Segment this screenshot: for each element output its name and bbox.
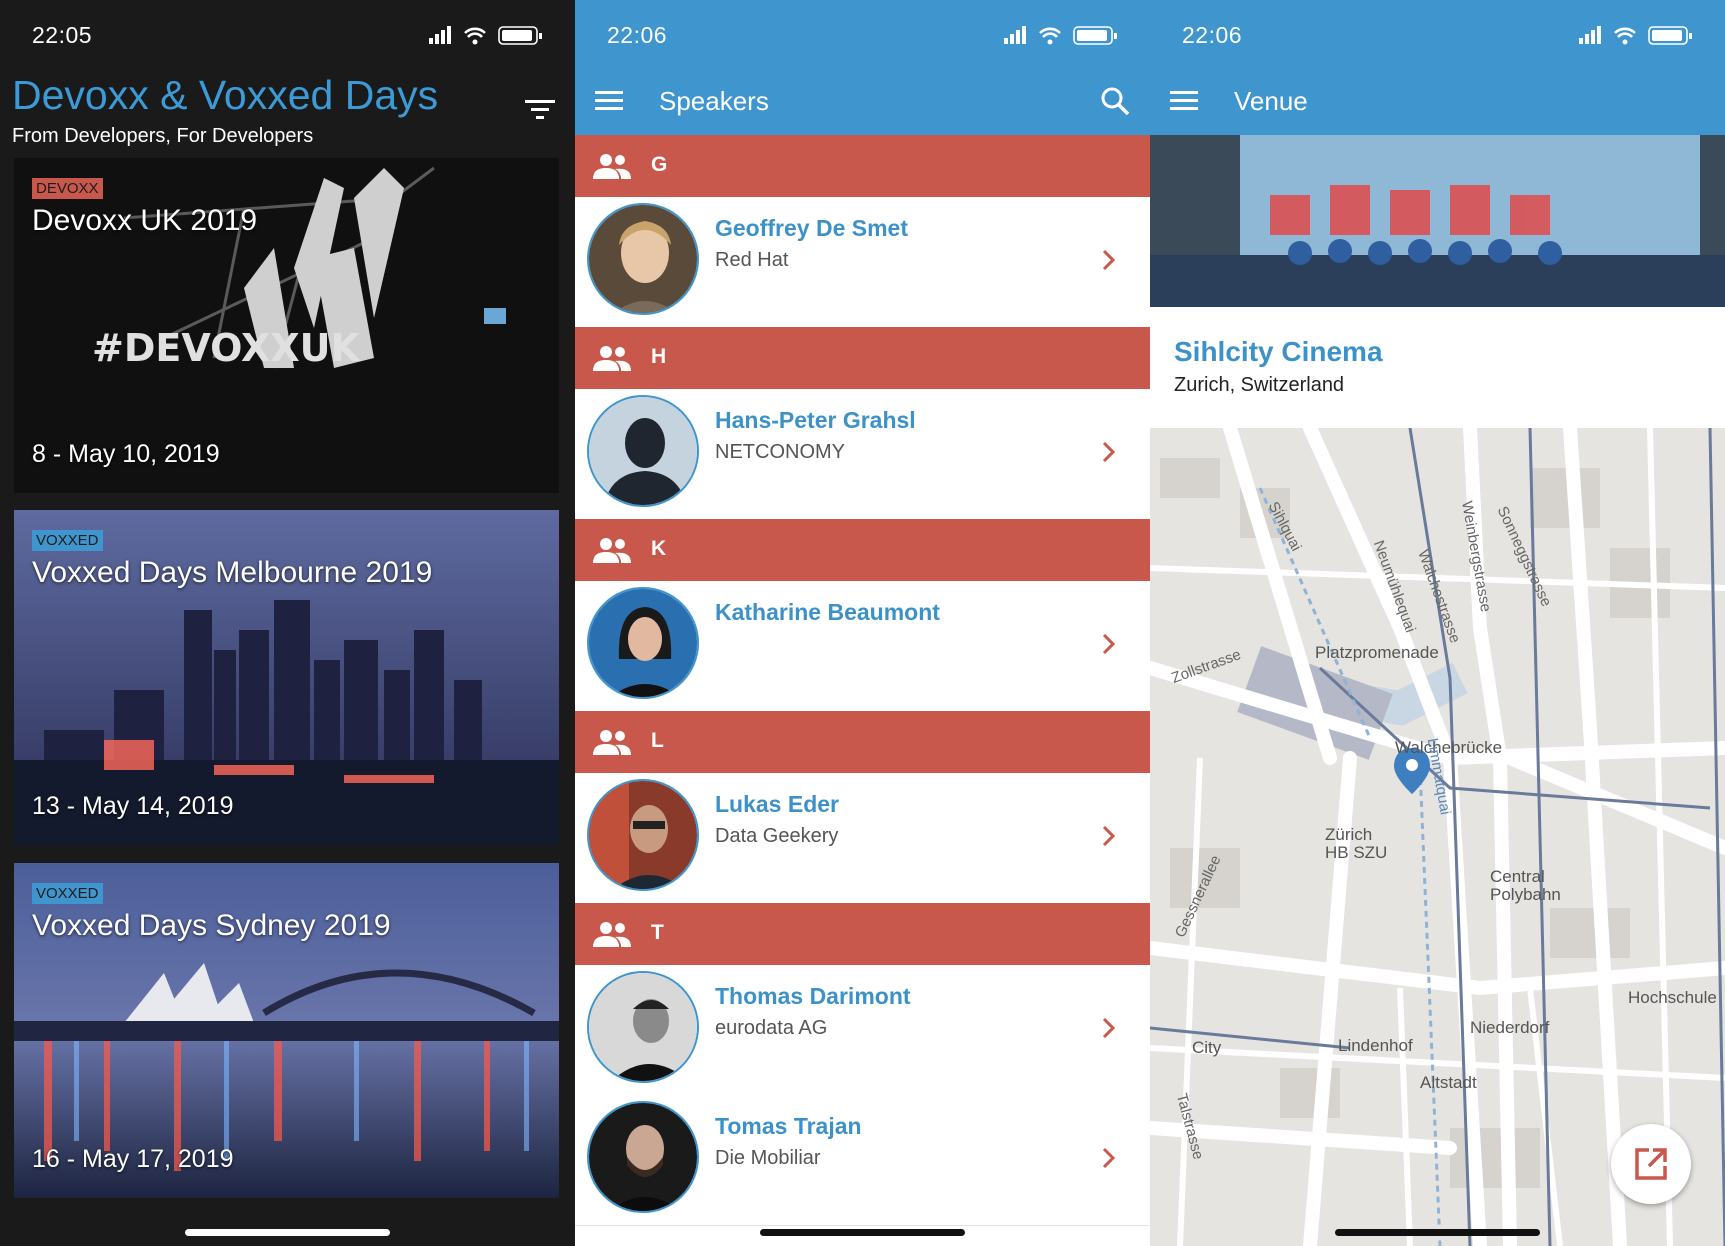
speaker-row[interactable]: Tomas Trajan Die Mobiliar	[575, 1095, 1150, 1226]
event-date: 8 - May 10, 2019	[32, 440, 220, 468]
event-date: 13 - May 14, 2019	[32, 792, 234, 820]
group-icon	[593, 922, 631, 947]
status-icons	[1004, 26, 1117, 45]
section-letter: L	[651, 729, 664, 752]
event-title: Devoxx UK 2019	[32, 204, 258, 237]
section-header-l: L	[575, 711, 1150, 773]
section-letter: G	[651, 153, 668, 176]
status-time: 22:06	[607, 22, 668, 48]
open-external-button[interactable]	[1611, 1124, 1691, 1204]
avatar	[587, 203, 699, 315]
group-icon	[593, 730, 631, 755]
map-label: City	[1192, 1038, 1222, 1057]
avatar	[587, 587, 699, 699]
status-icons	[1579, 26, 1692, 45]
event-tag: VOXXED	[32, 883, 103, 904]
speaker-name: Tomas Trajan	[715, 1113, 862, 1139]
events-screen: 22:05 Devoxx & Voxxed Days From Develope…	[0, 0, 575, 1246]
map-streets	[1150, 428, 1725, 1246]
speaker-row[interactable]: Hans-Peter Grahsl NETCONOMY	[575, 389, 1150, 520]
event-tag: DEVOXX	[32, 178, 103, 199]
status-time: 22:05	[32, 22, 93, 48]
section-letter: K	[651, 537, 667, 560]
map-label: Lindenhof	[1338, 1036, 1413, 1055]
event-tag: VOXXED	[32, 530, 103, 551]
app-bar: 22:06 Venue	[1150, 0, 1725, 135]
menu-icon[interactable]	[595, 90, 623, 112]
home-indicator[interactable]	[760, 1229, 965, 1236]
map-label: Altstadt	[1420, 1073, 1477, 1092]
event-title: Voxxed Days Sydney 2019	[32, 909, 391, 942]
speaker-name: Lukas Eder	[715, 791, 839, 817]
app-title: Devoxx & Voxxed Days	[12, 72, 439, 118]
speaker-name: Katharine Beaumont	[715, 599, 940, 625]
speaker-name: Hans-Peter Grahsl	[715, 407, 916, 433]
status-time: 22:06	[1182, 22, 1243, 48]
sign-text: #DEVOXXUK	[92, 326, 361, 370]
speaker-company: Data Geekery	[715, 825, 839, 847]
status-bar: 22:05	[0, 0, 575, 70]
chevron-right-icon	[1102, 825, 1116, 847]
section-header-t: T	[575, 903, 1150, 965]
speaker-company: eurodata AG	[715, 1017, 828, 1039]
menu-icon[interactable]	[1170, 90, 1198, 112]
avatar	[587, 779, 699, 891]
chevron-right-icon	[1102, 441, 1116, 463]
map-label: Walchebrücke	[1395, 738, 1503, 757]
map-label: Central Polybahn	[1490, 867, 1561, 904]
filter-icon[interactable]	[525, 98, 555, 122]
avatar	[587, 395, 699, 507]
speaker-row[interactable]: Thomas Darimont eurodata AG	[575, 965, 1150, 1096]
speakers-screen: 22:06 Speakers G Geoffrey De Smet Red Ha…	[575, 0, 1150, 1246]
event-date: 16 - May 17, 2019	[32, 1145, 234, 1173]
map-label: Hochschule	[1628, 988, 1717, 1007]
event-card-voxxed-sydney[interactable]: VOXXED Voxxed Days Sydney 2019 16 - May …	[14, 863, 559, 1198]
search-icon[interactable]	[1100, 86, 1130, 116]
map-label: Zürich HB SZU	[1325, 825, 1388, 862]
event-card-devoxx-uk[interactable]: #DEVOXXUK DEVOXX Devoxx UK 2019 8 - May …	[14, 158, 559, 493]
speaker-name: Thomas Darimont	[715, 983, 911, 1009]
app-subtitle: From Developers, For Developers	[12, 125, 314, 147]
event-title: Voxxed Days Melbourne 2019	[32, 556, 433, 589]
venue-name: Sihlcity Cinema	[1174, 336, 1383, 367]
map-label: Platzpromenade	[1315, 643, 1439, 662]
speaker-company: Die Mobiliar	[715, 1147, 821, 1169]
speaker-row[interactable]: Katharine Beaumont	[575, 581, 1150, 712]
venue-photo	[1150, 135, 1725, 307]
status-bar: 22:06	[575, 0, 1150, 70]
venue-screen: 22:06 Venue Sihlcity Cinema Zurich, Swit…	[1150, 0, 1725, 1246]
speaker-company: Red Hat	[715, 249, 789, 271]
section-letter: T	[651, 921, 664, 944]
venue-address: Zurich, Switzerland	[1174, 374, 1345, 396]
section-header-g: G	[575, 135, 1150, 197]
chevron-right-icon	[1102, 633, 1116, 655]
speaker-row[interactable]: Geoffrey De Smet Red Hat	[575, 197, 1150, 328]
status-bar: 22:06	[1150, 0, 1725, 70]
section-header-h: H	[575, 327, 1150, 389]
section-letter: H	[651, 345, 667, 368]
group-icon	[593, 538, 631, 563]
home-indicator[interactable]	[1335, 1229, 1540, 1236]
group-icon	[593, 154, 631, 179]
section-header-k: K	[575, 519, 1150, 581]
avatar	[587, 971, 699, 1083]
event-card-voxxed-melbourne[interactable]: VOXXED Voxxed Days Melbourne 2019 13 - M…	[14, 510, 559, 845]
group-icon	[593, 346, 631, 371]
status-icons	[429, 26, 542, 45]
avatar	[587, 1101, 699, 1213]
chevron-right-icon	[1102, 1147, 1116, 1169]
page-title: Venue	[1234, 86, 1308, 116]
speaker-company: NETCONOMY	[715, 441, 845, 463]
chevron-right-icon	[1102, 249, 1116, 271]
home-indicator[interactable]	[185, 1229, 390, 1236]
open-external-icon	[1635, 1148, 1667, 1180]
speaker-row[interactable]: Lukas Eder Data Geekery	[575, 773, 1150, 904]
venue-map[interactable]: Platzpromenade Walchebrücke Zürich HB SZ…	[1150, 428, 1725, 1246]
page-title: Speakers	[659, 86, 769, 116]
speaker-name: Geoffrey De Smet	[715, 215, 909, 241]
map-label: Niederdorf	[1470, 1018, 1550, 1037]
app-bar: 22:06 Speakers	[575, 0, 1150, 135]
chevron-right-icon	[1102, 1017, 1116, 1039]
